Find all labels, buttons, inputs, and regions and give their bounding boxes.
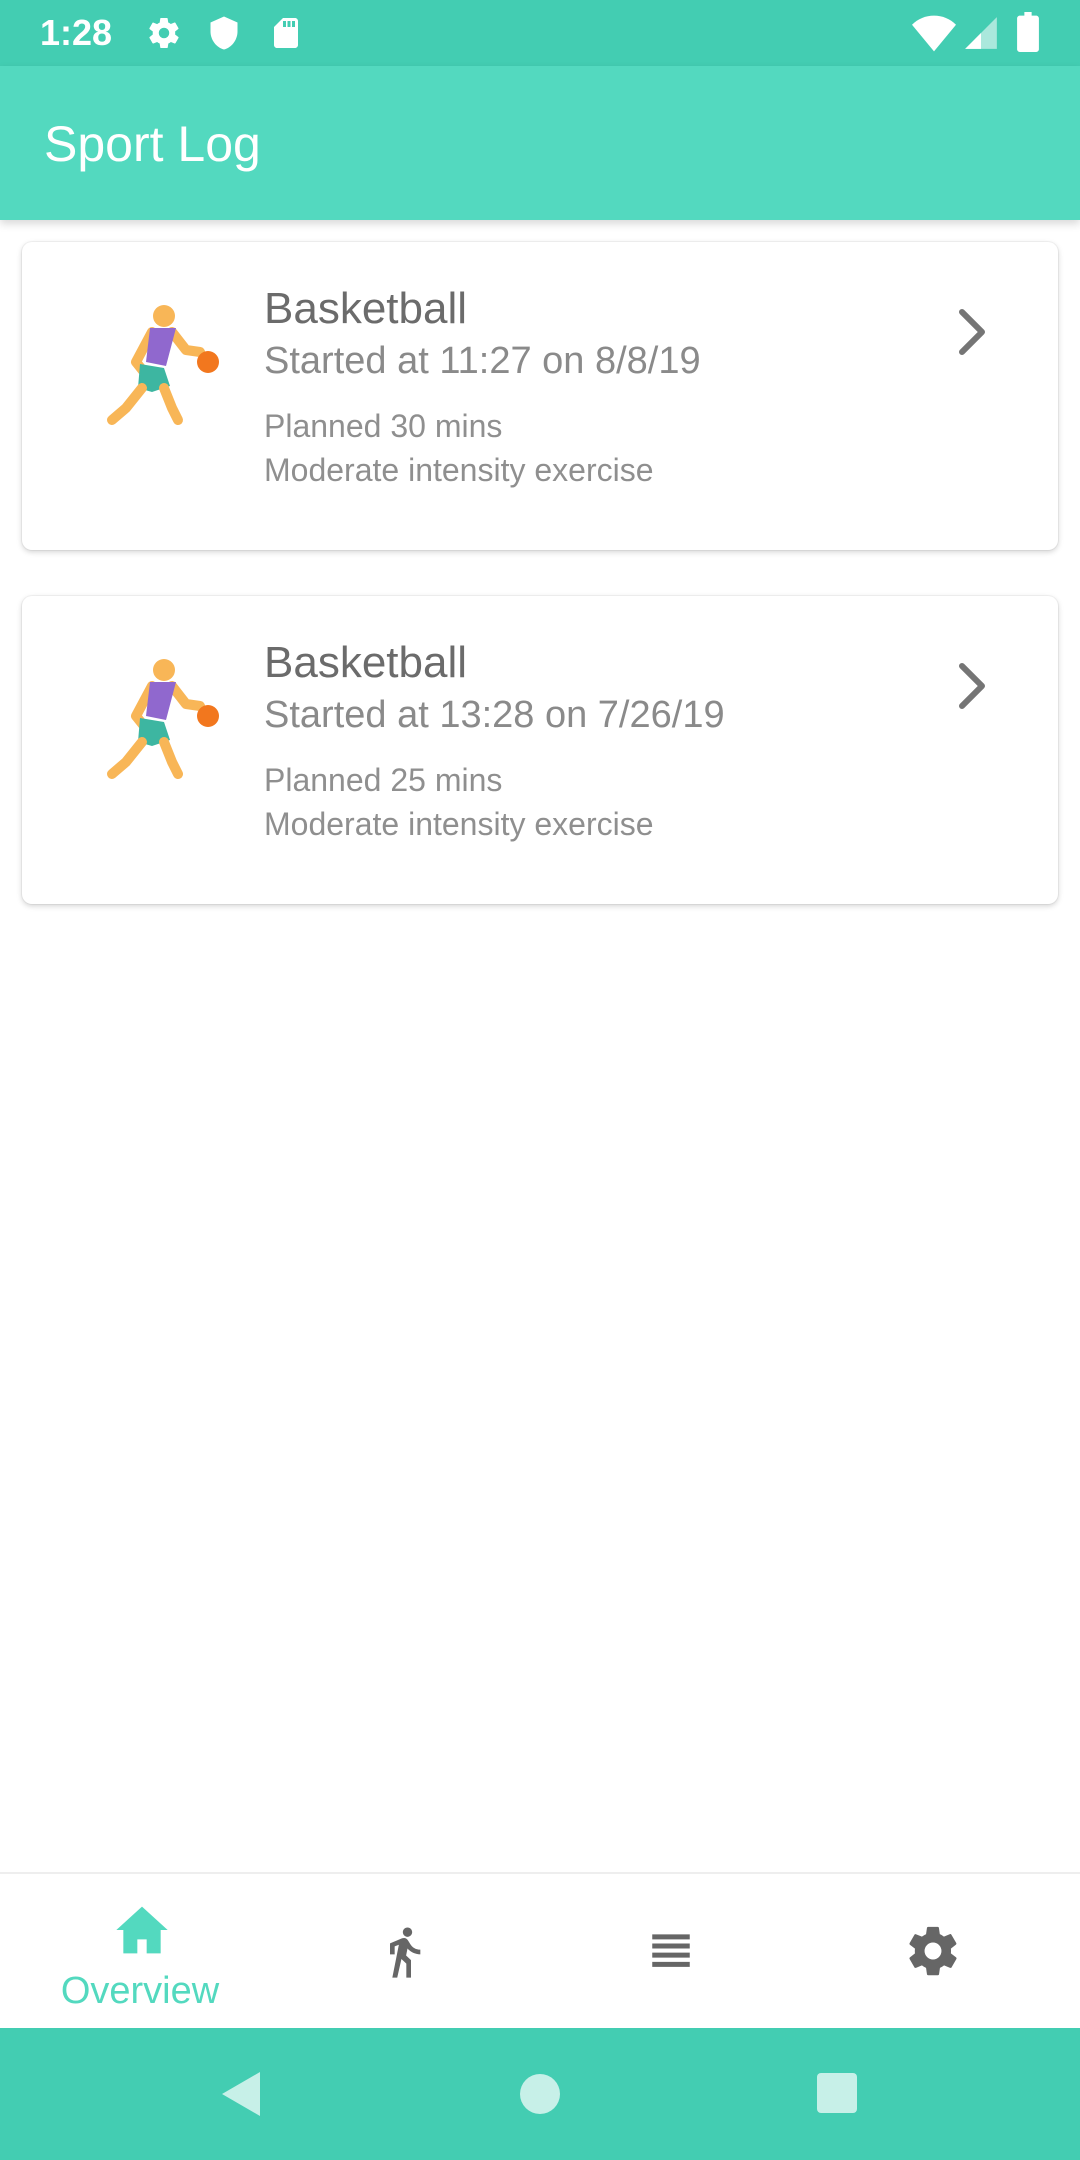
home-icon [116, 1906, 168, 1954]
nav-item-settings[interactable] [810, 1874, 1080, 2030]
activity-intensity: Moderate intensity exercise [264, 452, 654, 488]
screen: 1:28 Sport Log Basketball Started at 11:… [0, 0, 1080, 2160]
nav-item-log[interactable] [540, 1874, 810, 2030]
activity-start-time: Started at 13:28 on 7/26/19 [264, 694, 725, 736]
home-button-icon[interactable] [518, 2072, 562, 2116]
bottom-navigation: Overview [0, 1872, 1080, 2030]
recents-icon[interactable] [816, 2072, 858, 2114]
nav-label-overview: Overview [60, 1970, 220, 2012]
system-navigation-bar [0, 2028, 1080, 2160]
activity-sport: Basketball [264, 638, 468, 687]
sd-card-icon [274, 18, 298, 48]
app-title: Sport Log [44, 116, 261, 172]
gear-icon [149, 17, 179, 49]
chevron-right-icon[interactable] [952, 304, 992, 360]
list-icon [652, 1934, 690, 1967]
activity-card[interactable]: Basketball Started at 11:27 on 8/8/19 Pl… [22, 242, 1058, 550]
activity-card[interactable]: Basketball Started at 13:28 on 7/26/19 P… [22, 596, 1058, 904]
back-icon[interactable] [216, 2068, 266, 2120]
nav-item-overview[interactable]: Overview [0, 1874, 270, 2030]
battery-icon [1017, 12, 1039, 52]
running-icon [390, 1927, 421, 1978]
basketball-player-icon [107, 659, 219, 779]
app-bar: Sport Log [0, 66, 1080, 220]
activity-intensity: Moderate intensity exercise [264, 806, 654, 842]
chevron-right-icon[interactable] [952, 658, 992, 714]
basketball-player-icon [107, 305, 219, 425]
shield-icon [210, 16, 238, 50]
activity-planned-duration: Planned 30 mins [264, 408, 503, 444]
status-bar: 1:28 [0, 0, 1080, 66]
gear-icon [909, 1926, 957, 1976]
nav-item-activity[interactable] [270, 1874, 540, 2030]
activity-start-time: Started at 11:27 on 8/8/19 [264, 340, 701, 382]
activity-sport: Basketball [264, 284, 468, 333]
wifi-icon [912, 15, 956, 52]
activity-info: Basketball Started at 11:27 on 8/8/19 Pl… [264, 282, 701, 492]
signal-icon [965, 17, 997, 49]
status-time: 1:28 [40, 12, 113, 53]
activity-info: Basketball Started at 13:28 on 7/26/19 P… [264, 636, 725, 846]
activity-planned-duration: Planned 25 mins [264, 762, 503, 798]
